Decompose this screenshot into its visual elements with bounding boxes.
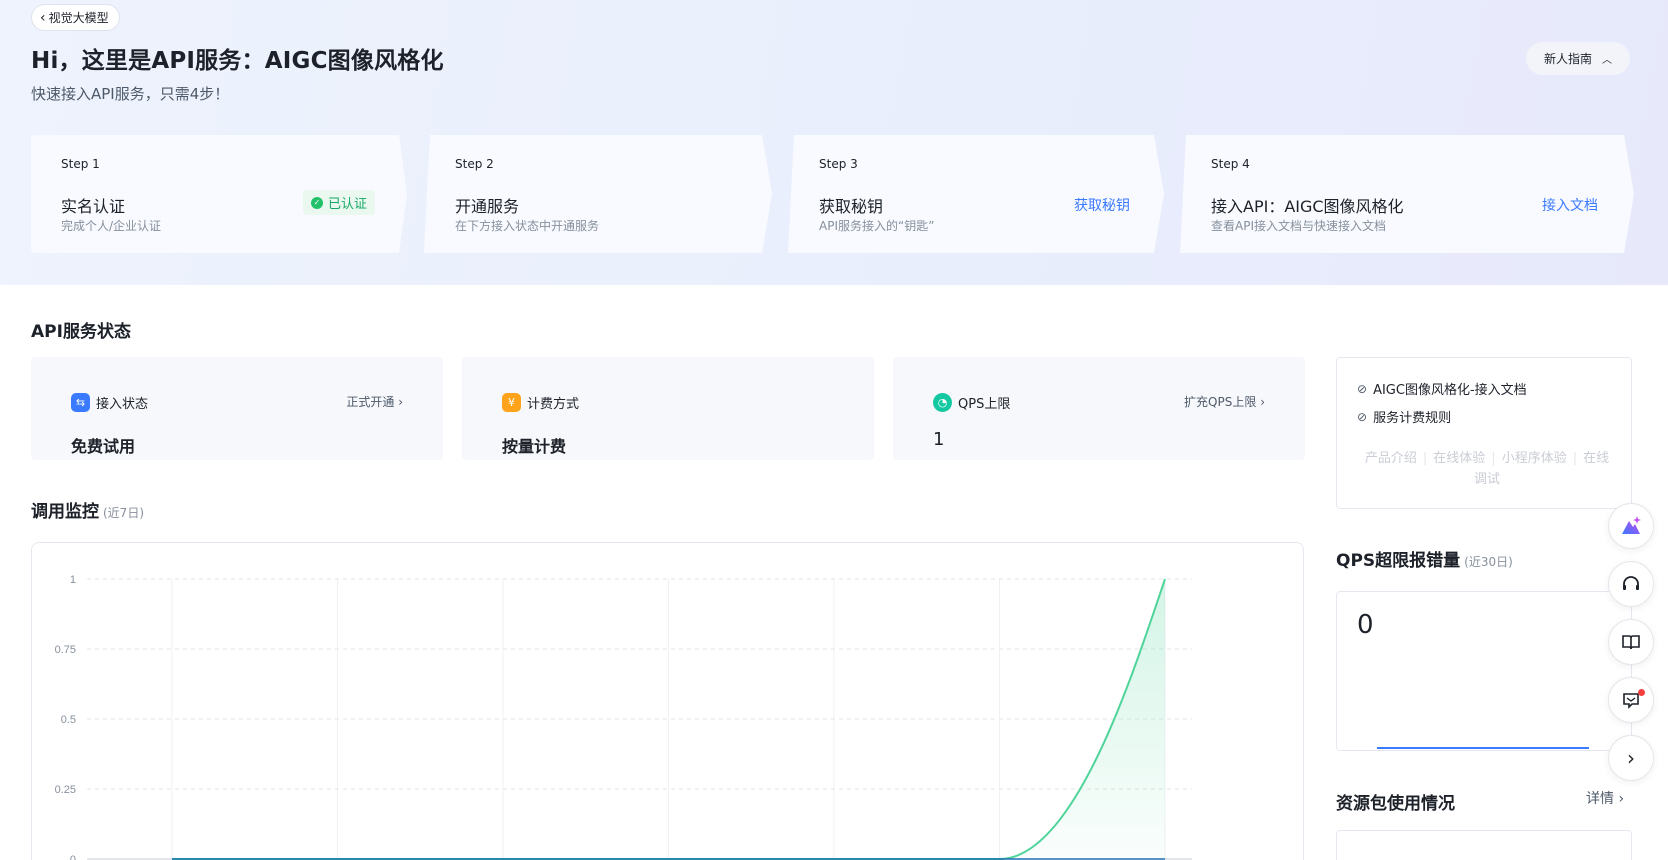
hero-banner: ‹ 视觉大模型 Hi，这里是API服务：AIGC图像风格化 快速接入API服务，… — [0, 0, 1668, 285]
newbie-guide-button[interactable]: 新人指南 ︿ — [1526, 42, 1630, 75]
qps-errors-value: 0 — [1357, 610, 1374, 640]
monitor-note: (近7日) — [103, 506, 144, 520]
chart-svg: 1 0.75 0.5 0.25 0 — [55, 574, 1192, 860]
chevron-right-icon: › — [1627, 746, 1635, 770]
access-status-card: ⇆ 接入状态 正式开通 › 免费试用 — [31, 357, 443, 460]
doc-tags: 产品介绍 | 在线体验 | 小程序体验 | 在线 调试 — [1364, 451, 1610, 487]
step-desc: 完成个人/企业认证 — [61, 219, 162, 233]
docs-button[interactable] — [1608, 619, 1654, 665]
verified-badge: ✓ 已认证 — [303, 190, 376, 215]
step-name: 开通服务 — [455, 197, 520, 216]
link-icon: ⊘ — [1357, 409, 1368, 424]
step-card-1: Step 1 实名认证 完成个人/企业认证 ✓ 已认证 — [31, 135, 407, 253]
notification-dot — [1638, 689, 1645, 696]
step-name: 接入API：AIGC图像风格化 — [1211, 197, 1404, 216]
step-desc: 在下方接入状态中开通服务 — [455, 219, 600, 233]
api-doc-link[interactable]: ⊘ AIGC图像风格化-接入文档 — [1357, 379, 1527, 399]
qps-errors-card: 0 — [1336, 591, 1632, 751]
card-value: 1 — [933, 429, 945, 450]
tag-online-trial[interactable]: 在线体验 — [1433, 451, 1485, 466]
link-icon: ⊘ — [1357, 381, 1368, 396]
support-button[interactable] — [1608, 561, 1654, 607]
step-label: Step 2 — [455, 157, 494, 171]
tag-miniprogram-trial[interactable]: 小程序体验 — [1502, 451, 1567, 466]
qps-errors-note: (近30日) — [1464, 555, 1513, 569]
card-value: 免费试用 — [71, 437, 136, 456]
resource-card — [1336, 830, 1632, 860]
monitor-title: 调用监控 (近7日) — [31, 502, 144, 522]
get-secret-key-link[interactable]: 获取秘钥 — [1074, 195, 1130, 215]
y-tick-label: 1 — [70, 574, 76, 586]
y-tick-label: 0.5 — [61, 714, 76, 726]
guide-label: 新人指南 — [1543, 52, 1592, 66]
chevron-right-icon: › — [1618, 791, 1625, 807]
tag-online-debug[interactable]: 在线 — [1583, 451, 1609, 466]
formal-activation-link[interactable]: 正式开通 › — [346, 393, 403, 410]
service-status-title: API服务状态 — [31, 322, 131, 342]
step-label: Step 1 — [61, 157, 100, 171]
chevron-up-icon: ︿ — [1602, 55, 1612, 66]
chevron-right-icon: › — [398, 395, 403, 409]
expand-qps-link[interactable]: 扩充QPS上限 › — [1184, 393, 1265, 410]
feedback-button[interactable] — [1608, 677, 1654, 723]
step-desc: 查看API接入文档与快速接入文档 — [1211, 219, 1386, 233]
card-label: 计费方式 — [527, 397, 580, 412]
resource-title: 资源包使用情况 — [1336, 794, 1455, 814]
card-label: 接入状态 — [96, 397, 149, 412]
billing-method-card: ¥ 计费方式 按量计费 — [462, 357, 874, 460]
step-card-3: Step 3 获取秘钥 API服务接入的“钥匙” 获取秘钥 — [788, 135, 1164, 253]
step-card-4: Step 4 接入API：AIGC图像风格化 查看API接入文档与快速接入文档 … — [1180, 135, 1634, 253]
card-label: QPS上限 — [958, 397, 1011, 412]
switch-icon: ⇆ — [71, 393, 90, 412]
qps-errors-title: QPS超限报错量 (近30日) — [1336, 551, 1513, 571]
qps-error-sparkline — [1377, 747, 1589, 749]
resource-details-link[interactable]: 详情 › — [1586, 788, 1624, 808]
tag-online-debug-cont[interactable]: 调试 — [1474, 472, 1500, 487]
step-label: Step 4 — [1211, 157, 1250, 171]
y-tick-label: 0 — [70, 854, 76, 860]
page-subtitle: 快速接入API服务，只需4步！ — [31, 85, 230, 103]
card-header: ⇆ 接入状态 — [71, 393, 148, 412]
y-tick-label: 0.75 — [55, 644, 76, 656]
step-label: Step 3 — [819, 157, 858, 171]
step-name: 获取秘钥 — [819, 197, 884, 216]
call-monitor-chart: 1 0.75 0.5 0.25 0 — [31, 542, 1304, 860]
gauge-icon: ◔ — [933, 393, 952, 412]
qps-limit-card: ◔ QPS上限 扩充QPS上限 › 1 — [893, 357, 1305, 460]
back-button[interactable]: ‹ 视觉大模型 — [31, 4, 120, 31]
check-circle-icon: ✓ — [311, 196, 323, 209]
billing-rules-link[interactable]: ⊘ 服务计费规则 — [1357, 407, 1451, 427]
chevron-right-icon: › — [1260, 395, 1265, 409]
back-label: 视觉大模型 — [48, 11, 109, 25]
ai-assistant-icon — [1622, 516, 1641, 534]
book-icon — [1622, 635, 1640, 650]
page-title: Hi，这里是API服务：AIGC图像风格化 — [31, 48, 444, 74]
ai-assistant-button[interactable] — [1608, 503, 1654, 549]
card-header: ¥ 计费方式 — [502, 393, 579, 412]
expand-button[interactable]: › — [1608, 735, 1654, 781]
docs-panel: ⊘ AIGC图像风格化-接入文档 ⊘ 服务计费规则 产品介绍 | 在线体验 | 小程序体… — [1336, 357, 1632, 509]
step-card-2: Step 2 开通服务 在下方接入状态中开通服务 — [424, 135, 772, 253]
chevron-left-icon: ‹ — [40, 9, 46, 26]
headset-icon — [1623, 576, 1639, 590]
step-name: 实名认证 — [61, 197, 126, 216]
step-desc: API服务接入的“钥匙” — [819, 219, 935, 233]
api-docs-link[interactable]: 接入文档 — [1542, 195, 1598, 215]
card-value: 按量计费 — [502, 437, 567, 456]
verified-label: 已认证 — [328, 197, 368, 212]
tag-product-intro[interactable]: 产品介绍 — [1365, 451, 1417, 466]
yen-icon: ¥ — [502, 393, 521, 412]
y-tick-label: 0.25 — [55, 784, 76, 796]
card-header: ◔ QPS上限 — [933, 393, 1010, 412]
